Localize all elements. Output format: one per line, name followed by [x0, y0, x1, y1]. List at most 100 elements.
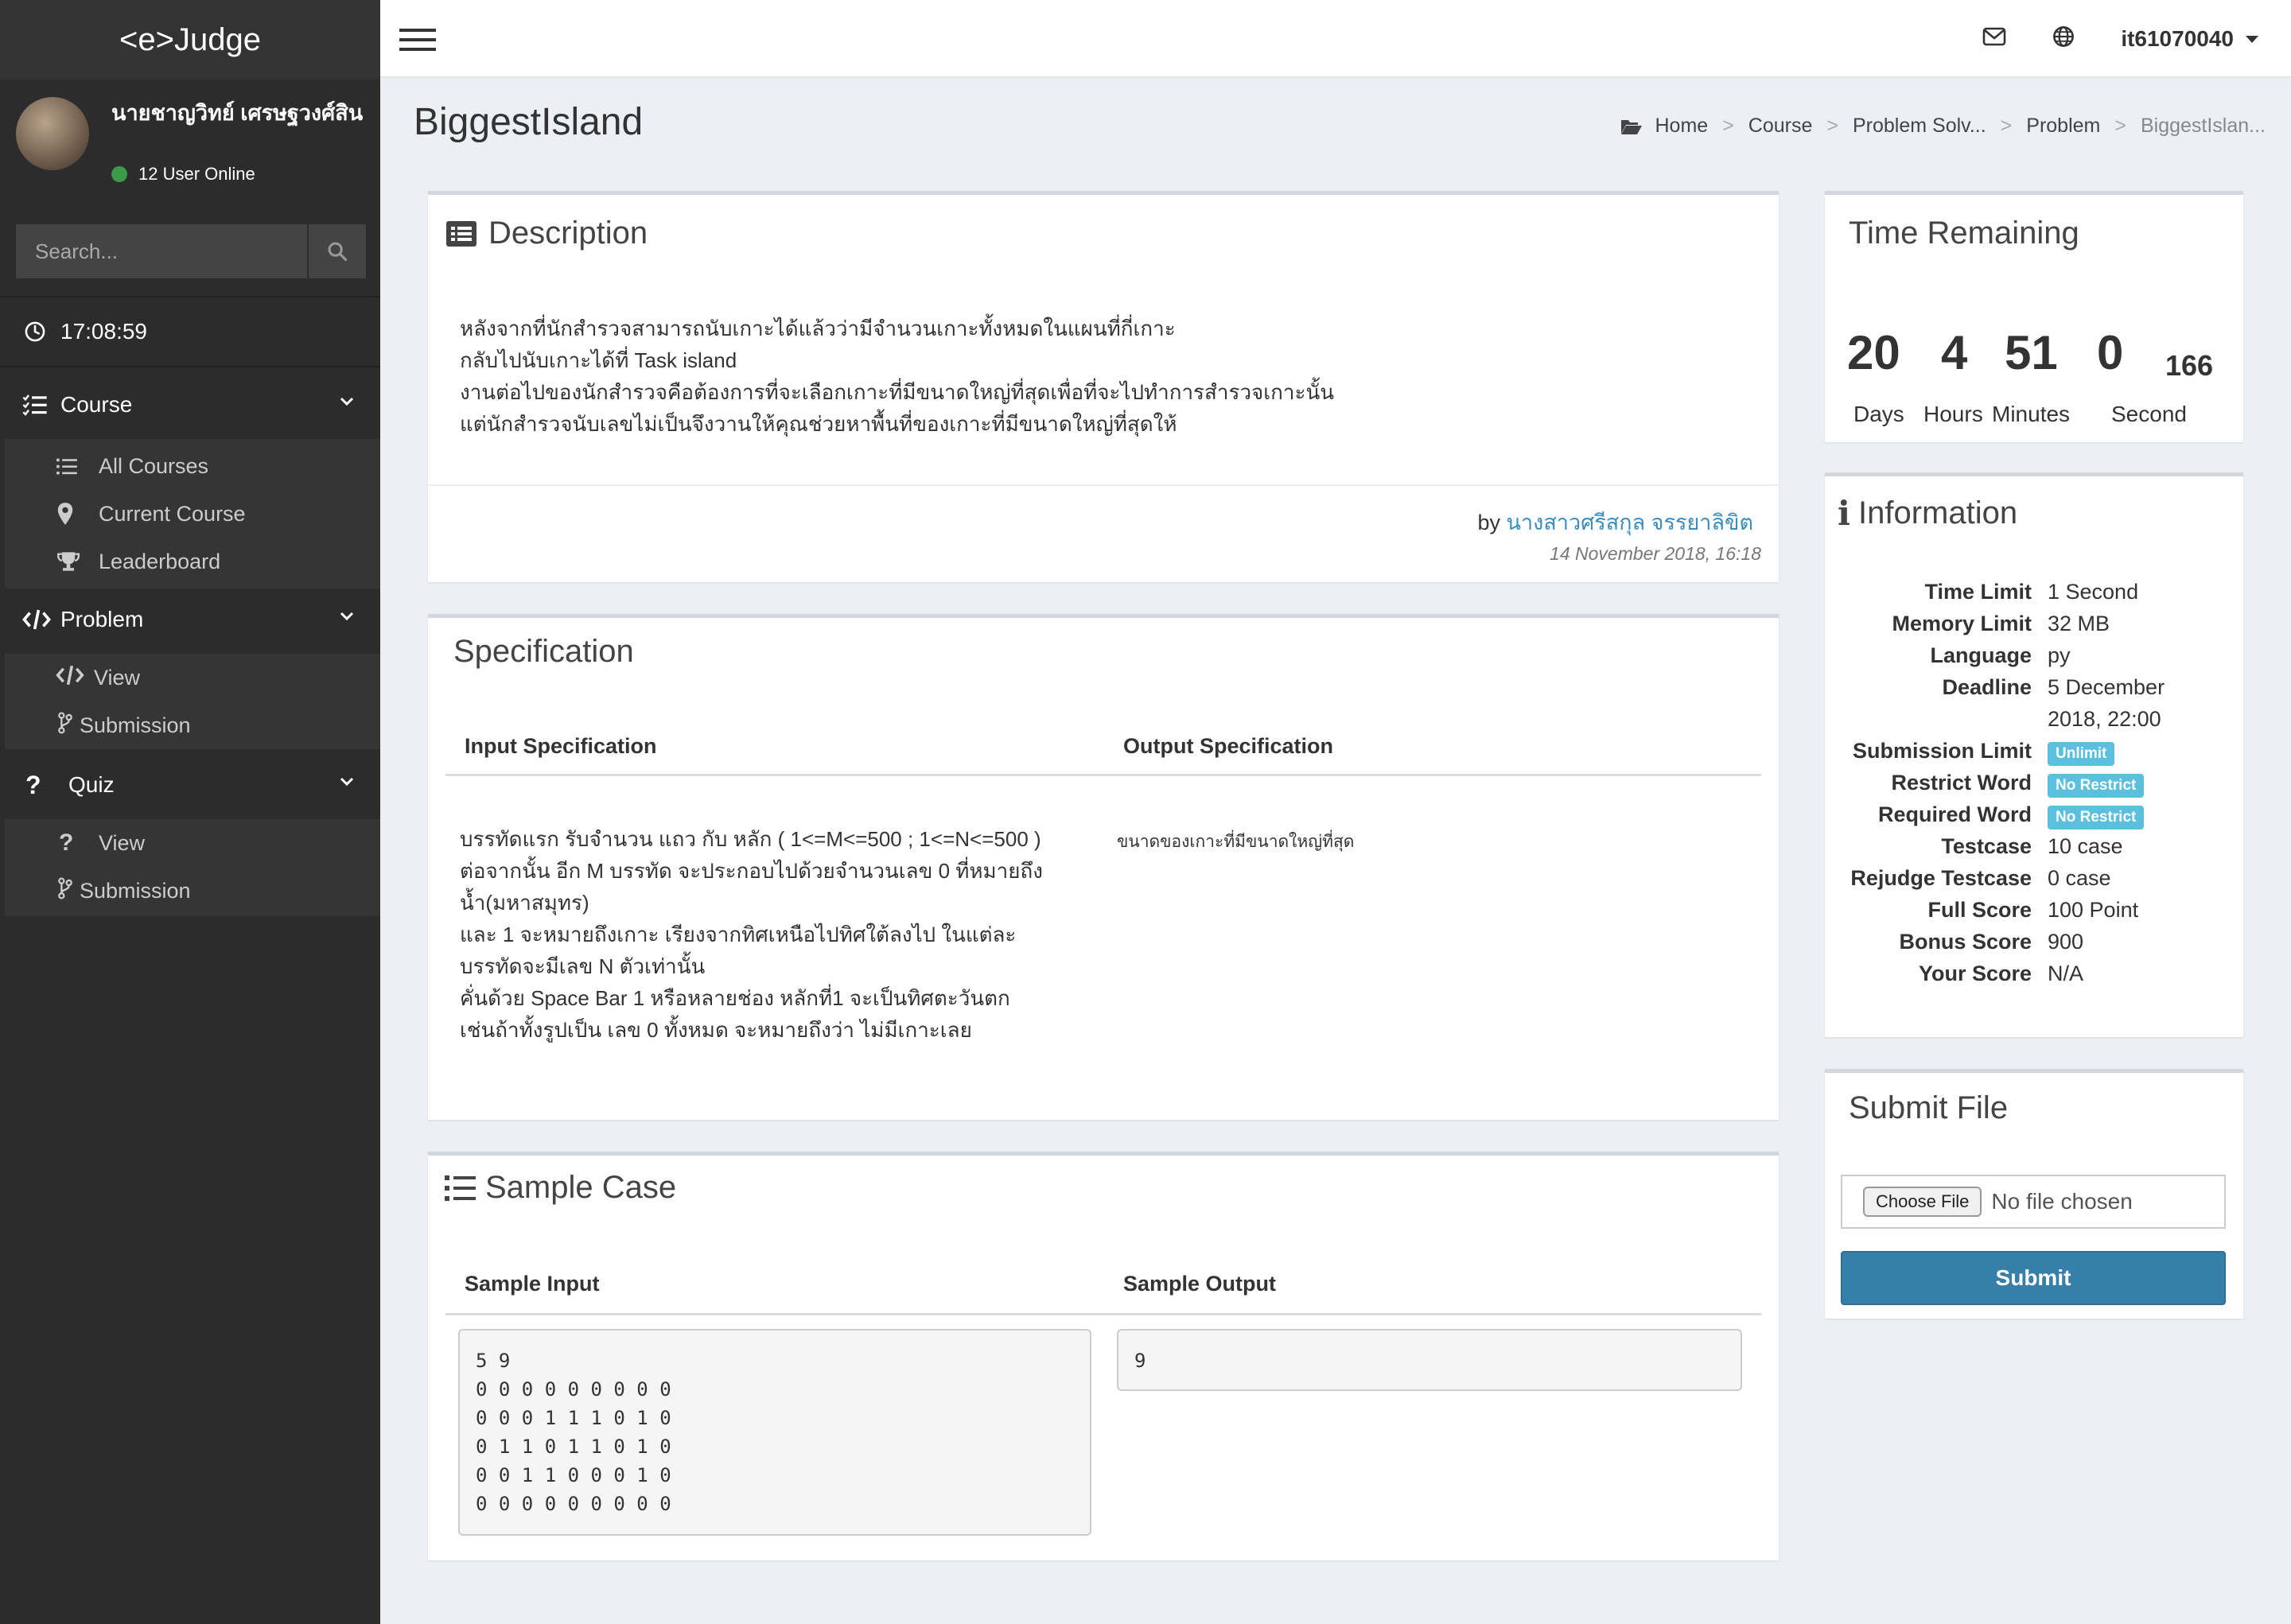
- breadcrumb-problem[interactable]: Problem: [2026, 115, 2100, 138]
- post-date: 14 November 2018, 16:18: [1550, 543, 1761, 564]
- top-navbar-right: it61070040: [1982, 0, 2259, 78]
- search-button[interactable]: [307, 224, 366, 278]
- breadcrumb-separator: >: [2000, 115, 2013, 137]
- sample-case-title: Sample Case: [485, 1170, 677, 1205]
- chevron-down-icon: [340, 777, 354, 787]
- trophy-icon: [56, 550, 88, 573]
- page-title: BiggestIsland: [414, 101, 644, 143]
- sample-case-box: Sample Case Sample Input Sample Output 5…: [428, 1152, 1779, 1560]
- choose-file-button[interactable]: Choose File: [1863, 1187, 1982, 1217]
- sidebar-item-current-course[interactable]: Current Course: [5, 490, 380, 538]
- breadcrumb-separator: >: [1722, 115, 1734, 137]
- info-row-testcase: Testcase 10 case: [1825, 834, 2238, 859]
- sidebar-item-quiz-submission[interactable]: Submission: [5, 867, 380, 915]
- map-marker-icon: [56, 502, 88, 526]
- envelope-icon[interactable]: [1982, 26, 2006, 52]
- submenu-course: All Courses Current Course Leaderboard: [5, 439, 380, 589]
- info-key: Restrict Word: [1891, 771, 2032, 795]
- info-key: Required Word: [1877, 802, 2032, 826]
- description-header: Description: [445, 216, 648, 251]
- info-row-memory-limit: Memory Limit 32 MB: [1825, 612, 2238, 636]
- globe-icon[interactable]: [2052, 25, 2075, 53]
- online-dot-icon: [111, 166, 127, 182]
- search-bar: [16, 224, 366, 278]
- app-logo[interactable]: <e>Judge: [0, 0, 380, 80]
- output-spec-text: ขนาดของเกาะที่มีขนาดใหญ่ที่สุด: [1117, 833, 1355, 851]
- submit-button[interactable]: Submit: [1841, 1251, 2226, 1305]
- submenu-problem: View Submission: [5, 654, 380, 749]
- sidebar-item-label: View: [99, 830, 146, 855]
- caret-down-icon: [2246, 36, 2258, 43]
- file-input[interactable]: Choose File No file chosen: [1841, 1175, 2226, 1229]
- breadcrumb-separator: >: [2114, 115, 2126, 137]
- sample-case-header: Sample Case: [444, 1170, 676, 1206]
- time-remaining-box: Time Remaining 20 4 51 0 166 Days Hours …: [1825, 191, 2243, 442]
- info-key: Testcase: [1941, 834, 2032, 858]
- input-spec-line: เช่นถ้าทั้งรูปเป็น เลข 0 ทั้งหมด จะหมายถ…: [460, 1018, 972, 1042]
- no-restrict-badge: No Restrict: [2048, 806, 2145, 829]
- info-key: Memory Limit: [1892, 612, 2032, 635]
- hamburger-menu-icon[interactable]: [399, 27, 436, 56]
- input-spec-header: Input Specification: [465, 734, 657, 758]
- description-box: Description หลังจากที่นักสำรวจสามารถนับเ…: [428, 191, 1779, 582]
- sidebar-item-all-courses[interactable]: All Courses: [5, 442, 380, 490]
- info-key: Language: [1930, 643, 2032, 667]
- breadcrumb-course[interactable]: Course: [1748, 115, 1813, 138]
- search-input[interactable]: [16, 224, 307, 278]
- chevron-down-icon: [340, 612, 354, 621]
- input-spec-line: ต่อจากนั้น อีก M บรรทัด จะประกอบไปด้วยจำ…: [460, 859, 1043, 883]
- sample-input-header: Sample Input: [465, 1272, 600, 1296]
- sample-input-block[interactable]: 5 9 0 0 0 0 0 0 0 0 0 0 0 0 1 1 1 0 1 0 …: [458, 1329, 1091, 1536]
- sidebar-item-quiz-view[interactable]: ? View: [5, 819, 380, 867]
- top-navbar: it61070040: [380, 0, 2291, 78]
- submit-file-title: Submit File: [1849, 1090, 2009, 1125]
- info-value: 0 case: [2048, 866, 2111, 890]
- info-row-language: Language py: [1825, 643, 2238, 668]
- info-value: 32 MB: [2048, 612, 2110, 635]
- file-status: No file chosen: [1991, 1189, 2133, 1214]
- input-spec-line: น้ำ(มหาสมุทร): [460, 891, 589, 915]
- code-fork-icon: [56, 876, 75, 905]
- menu-quiz[interactable]: ? Quiz: [0, 751, 380, 819]
- sidebar-item-leaderboard[interactable]: Leaderboard: [5, 538, 380, 585]
- list-alt-icon: [446, 220, 476, 247]
- author-link[interactable]: นางสาวศรีสกุล จรรยาลิขิต: [1507, 511, 1753, 534]
- by-prefix: by: [1477, 511, 1501, 534]
- submit-file-box: Submit File Choose File No file chosen S…: [1825, 1069, 2243, 1319]
- menu-course-label: Course: [60, 392, 133, 417]
- countdown-hours-label: Hours: [1923, 402, 1983, 426]
- info-row-bonus-score: Bonus Score 900: [1825, 930, 2238, 954]
- user-menu[interactable]: it61070040: [2121, 26, 2259, 52]
- list-ol-icon: [445, 1175, 476, 1201]
- info-value: 2018, 22:00: [2048, 707, 2161, 731]
- info-row-deadline-cont: 2018, 22:00: [1825, 707, 2238, 732]
- info-value: 1 Second: [2048, 580, 2139, 604]
- menu-problem-label: Problem: [60, 607, 144, 631]
- description-line: กลับไปนับเกาะได้ที่ Task island: [460, 348, 737, 372]
- online-count: 12 User Online: [138, 164, 255, 184]
- code-icon: [56, 665, 84, 691]
- list-icon: [56, 457, 88, 476]
- chevron-down-icon: [340, 397, 354, 406]
- sidebar: <e>Judge นายชาญวิทย์ เศรษฐวงศ์สิน 12 Use…: [0, 0, 380, 1624]
- code-icon: [22, 609, 51, 630]
- sidebar-item-label: Submission: [80, 878, 191, 903]
- info-key: Deadline: [1942, 675, 2032, 699]
- breadcrumb-current: BiggestIslan...: [2140, 115, 2266, 137]
- sidebar-item-problem-view[interactable]: View: [5, 654, 380, 701]
- menu-course[interactable]: Course: [0, 371, 380, 439]
- countdown-minutes: 51: [2005, 326, 2058, 379]
- input-spec-line: คั่นด้วย Space Bar 1 หรือหลายช่อง หลักที…: [460, 986, 1010, 1010]
- sample-output-block[interactable]: 9: [1117, 1329, 1742, 1391]
- sidebar-item-problem-submission[interactable]: Submission: [5, 701, 380, 749]
- description-line: หลังจากที่นักสำรวจสามารถนับเกาะได้แล้วว่…: [460, 317, 1176, 340]
- menu-problem[interactable]: Problem: [0, 585, 380, 654]
- info-key: Bonus Score: [1899, 930, 2032, 954]
- breadcrumb-home[interactable]: Home: [1655, 115, 1709, 138]
- countdown-seconds: 0: [2097, 326, 2124, 379]
- online-status: 12 User Online: [111, 164, 255, 185]
- folder-open-icon: [1620, 119, 1642, 134]
- information-title: Information: [1857, 495, 2018, 530]
- sidebar-item-label: Current Course: [99, 501, 246, 526]
- breadcrumb-problem-solving[interactable]: Problem Solv...: [1853, 115, 1986, 138]
